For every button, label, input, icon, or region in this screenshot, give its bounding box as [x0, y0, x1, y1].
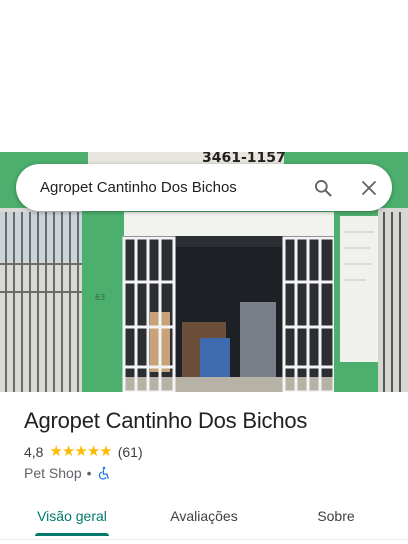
review-count[interactable]: (61) [118, 444, 143, 460]
tab-about[interactable]: Sobre [288, 496, 384, 536]
street-number: 63 [95, 293, 105, 302]
category-row: Pet Shop • [24, 465, 111, 481]
wheelchair-icon [97, 466, 111, 480]
search-bar[interactable]: Agropet Cantinho Dos Bichos [16, 164, 392, 211]
place-title: Agropet Cantinho Dos Bichos [24, 408, 308, 433]
star-icon: ★ [49, 443, 62, 460]
search-input[interactable]: Agropet Cantinho Dos Bichos [40, 179, 300, 196]
tab-overview[interactable]: Visão geral [24, 496, 120, 536]
rating-row[interactable]: 4,8 ★ ★ ★ ★ ★ (61) [24, 443, 143, 461]
close-button[interactable] [346, 164, 392, 211]
separator: • [86, 465, 92, 481]
tab-bar: Visão geral Avaliações Sobre [0, 496, 408, 540]
place-category: Pet Shop [24, 465, 82, 481]
star-icon: ★ [86, 443, 100, 460]
star-rating: ★ ★ ★ ★ ★ [49, 443, 112, 460]
active-tab-indicator [35, 533, 109, 536]
rating-value: 4,8 [24, 444, 44, 460]
search-button[interactable] [300, 164, 346, 211]
star-icon: ★ [61, 443, 75, 460]
star-icon: ★ [74, 443, 87, 460]
search-icon [315, 179, 332, 196]
star-icon: ★ [99, 443, 112, 460]
close-icon [362, 180, 376, 195]
tab-reviews[interactable]: Avaliações [156, 496, 252, 536]
blank-area [0, 0, 408, 152]
